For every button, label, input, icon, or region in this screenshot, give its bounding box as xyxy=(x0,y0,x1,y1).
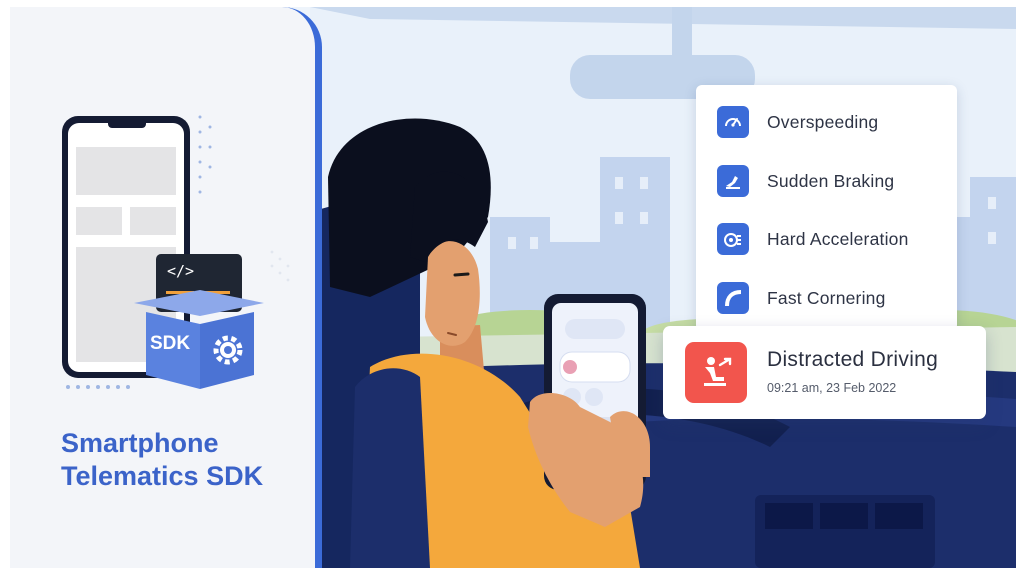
banner: </> SDK Smartphone Telematics SDK Oversp… xyxy=(10,7,1016,568)
braking-icon xyxy=(717,165,749,197)
cornering-icon xyxy=(717,282,749,314)
title-line-2: Telematics SDK xyxy=(61,461,264,491)
code-glyph: </> xyxy=(167,262,195,280)
distracted-driving-alert: Distracted Driving 09:21 am, 23 Feb 2022 xyxy=(663,326,986,419)
distracted-driver-icon xyxy=(685,342,747,403)
event-sudden-braking: Sudden Braking xyxy=(717,164,894,198)
event-label: Hard Acceleration xyxy=(767,228,909,249)
event-label: Sudden Braking xyxy=(767,170,895,191)
event-fast-cornering: Fast Cornering xyxy=(717,281,886,315)
left-panel: </> SDK Smartphone Telematics SDK xyxy=(10,7,322,568)
title-line-1: Smartphone xyxy=(61,428,219,458)
event-label: Overspeeding xyxy=(767,111,879,132)
event-label: Fast Cornering xyxy=(767,287,886,308)
alert-title: Distracted Driving xyxy=(767,348,939,371)
speedometer-icon xyxy=(717,106,749,138)
event-overspeeding: Overspeeding xyxy=(717,105,878,139)
events-card: Overspeeding Sudden Braking Hard Acceler… xyxy=(696,85,957,331)
alert-timestamp: 09:21 am, 23 Feb 2022 xyxy=(767,381,897,395)
sdk-label: SDK xyxy=(150,333,191,354)
acceleration-icon xyxy=(717,223,749,255)
event-hard-acceleration: Hard Acceleration xyxy=(717,222,909,256)
page-title: Smartphone Telematics SDK xyxy=(61,427,311,493)
